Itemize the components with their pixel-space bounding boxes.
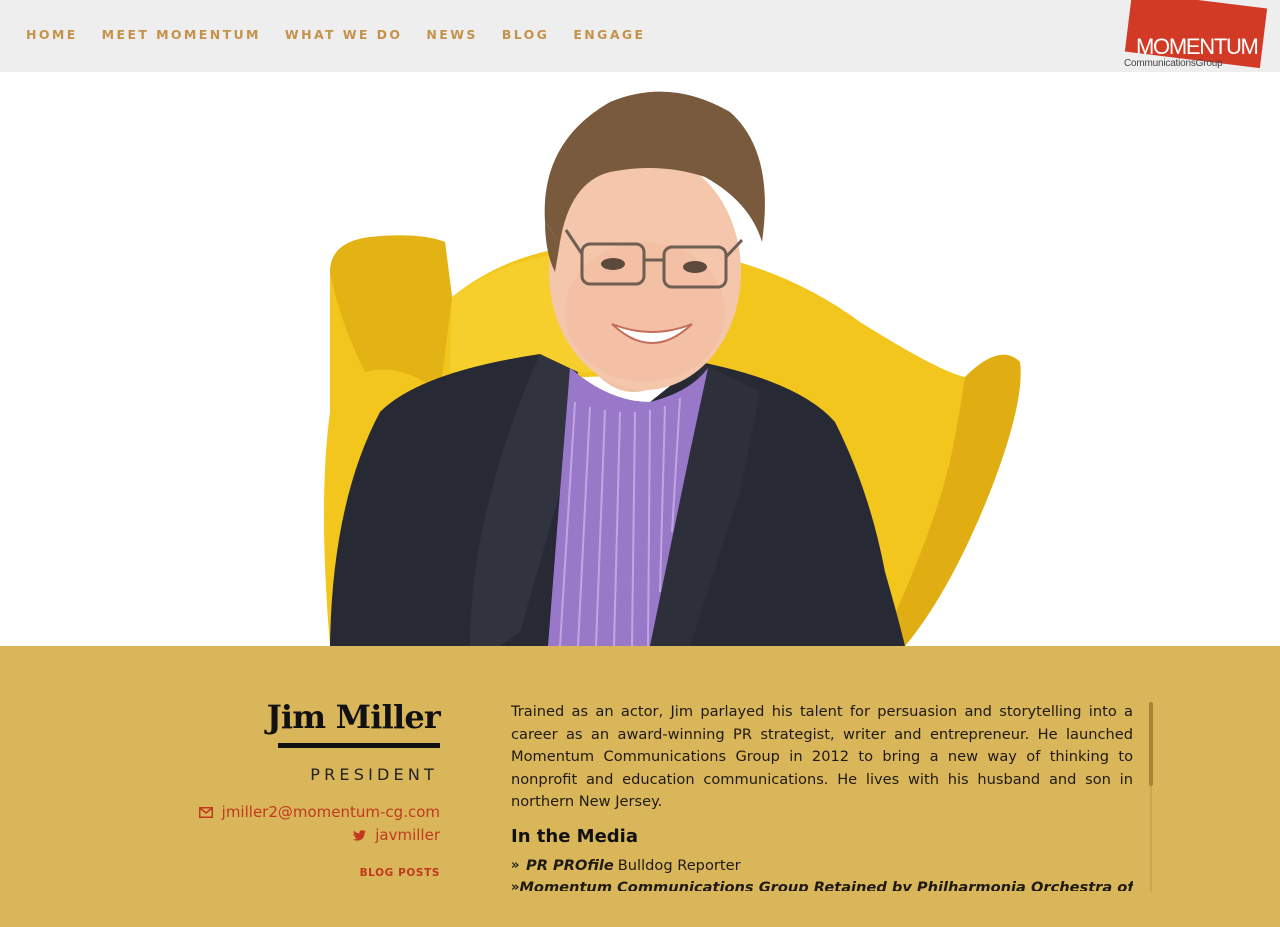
- media-item: » PR PROfile Bulldog Reporter: [511, 855, 1133, 877]
- scrollbar-thumb[interactable]: [1149, 702, 1153, 786]
- media-link[interactable]: Momentum Communications Group Retained b…: [519, 877, 1133, 891]
- main-nav: HOME MEET MOMENTUM WHAT WE DO NEWS BLOG …: [26, 27, 670, 42]
- logo-subtitle: CommunicationsGroup: [1124, 58, 1223, 69]
- twitter-handle: javmiller: [375, 826, 440, 844]
- nav-home[interactable]: HOME: [26, 27, 78, 42]
- media-link[interactable]: PR PROfile Bulldog Reporter: [526, 855, 741, 877]
- nav-blog[interactable]: BLOG: [502, 27, 550, 42]
- double-chevron-icon: »: [511, 857, 520, 873]
- nav-meet-momentum[interactable]: MEET MOMENTUM: [102, 27, 261, 42]
- media-item: » Momentum Communications Group Retained…: [511, 877, 1133, 891]
- top-navigation-bar: HOME MEET MOMENTUM WHAT WE DO NEWS BLOG …: [0, 0, 1280, 72]
- media-list: » PR PROfile Bulldog Reporter » Momentum …: [511, 855, 1133, 891]
- nav-news[interactable]: NEWS: [426, 27, 477, 42]
- momentum-logo[interactable]: MOMENTUM CommunicationsGroup: [1124, 0, 1268, 78]
- email-link[interactable]: jmiller2@momentum-cg.com: [198, 803, 440, 821]
- logo-wordmark: MOMENTUM: [1136, 34, 1259, 59]
- person-title: PRESIDENT: [310, 765, 438, 784]
- name-underline: [278, 743, 440, 748]
- bio-paragraph: Trained as an actor, Jim parlayed his ta…: [511, 703, 1133, 811]
- hero-photo: [0, 72, 1280, 646]
- nav-engage[interactable]: ENGAGE: [573, 27, 645, 42]
- bio-section: Jim Miller PRESIDENT jmiller2@momentum-c…: [0, 646, 1280, 927]
- envelope-icon: [198, 806, 213, 818]
- double-chevron-icon: »: [511, 879, 520, 891]
- nav-what-we-do[interactable]: WHAT WE DO: [285, 27, 403, 42]
- media-heading: In the Media: [511, 825, 638, 847]
- blog-posts-link[interactable]: BLOG POSTS: [360, 867, 440, 879]
- twitter-icon: [353, 829, 367, 841]
- twitter-link[interactable]: javmiller: [353, 826, 440, 844]
- bio-scroll-area[interactable]: Trained as an actor, Jim parlayed his ta…: [511, 701, 1133, 891]
- email-text: jmiller2@momentum-cg.com: [221, 803, 440, 821]
- person-name: Jim Miller: [266, 698, 441, 736]
- portrait-illustration: [324, 91, 1021, 646]
